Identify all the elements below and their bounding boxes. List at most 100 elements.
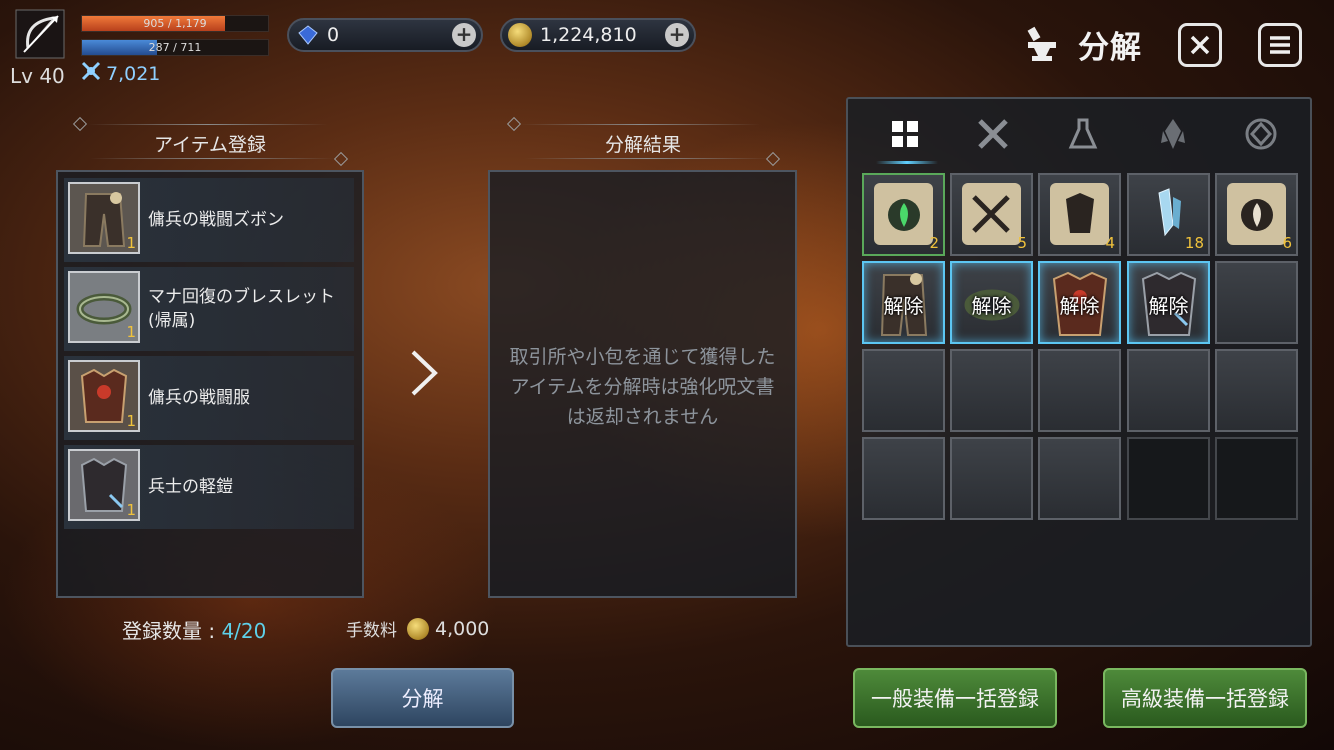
gold-coin-icon [508,23,532,47]
anvil-icon [1020,24,1062,70]
result-panel: 取引所や小包を通じて獲得した アイテムを分解時は強化呪文書 は返却されません [488,170,797,598]
inventory-slot-registered[interactable]: 解除 [1127,261,1210,344]
item-quantity: 4 [1105,234,1115,252]
inventory-slot-empty[interactable] [1127,349,1210,432]
add-gold-button[interactable]: + [665,23,689,47]
inventory-slot-empty[interactable] [1215,349,1298,432]
inventory-slot-empty[interactable] [1215,261,1298,344]
result-hint: 取引所や小包を通じて獲得した アイテムを分解時は強化呪文書 は返却されません [490,342,795,432]
inventory-slot-empty[interactable] [950,349,1033,432]
item-name: マナ回復のブレスレット(帰属) [148,287,335,331]
tab-runes[interactable] [1226,109,1296,159]
crossed-swords-icon [80,60,102,87]
inventory-slot-empty[interactable] [862,349,945,432]
item-quantity: 1 [126,501,136,519]
tab-all[interactable] [870,109,940,159]
gold-value: 1,224,810 [540,24,637,46]
register-panel-title: アイテム登録 [153,134,267,156]
inventory-slot-empty[interactable] [1038,349,1121,432]
unregister-label: 解除 [883,294,924,318]
add-gems-button[interactable]: + [452,23,476,47]
combat-power: 7,021 [80,60,160,87]
inventory-slot-registered[interactable]: 解除 [950,261,1033,344]
flask-icon [1068,118,1098,149]
inventory-slot[interactable]: 4 [1038,173,1121,256]
mp-bar: 287 / 711 [81,39,269,56]
register-normal-button[interactable]: 一般装備一括登録 [853,668,1057,728]
fee-label: 手数料 [346,621,397,641]
unregister-label: 解除 [1059,294,1100,318]
bow-class-icon [14,8,66,60]
gold-coin-icon [407,617,429,640]
blue-gem-icon [297,24,319,46]
hp-bar: 905 / 1,179 [81,15,269,32]
combat-power-value: 7,021 [106,62,161,85]
inventory-slot-registered[interactable]: 解除 [862,261,945,344]
inventory-slot[interactable]: 5 [950,173,1033,256]
result-panel-title: 分解結果 [604,134,681,156]
unregister-label: 解除 [971,294,1012,318]
decor-line [520,124,760,125]
inventory-slot-locked[interactable] [1215,437,1298,520]
register-count-label: 登録数量 : [122,619,222,643]
register-list-item[interactable]: 1 マナ回復のブレスレット(帰属) [64,267,354,351]
menu-button[interactable] [1258,23,1302,67]
gem-value: 0 [327,24,340,46]
item-slot: 1 [68,271,140,343]
inventory-slot-empty[interactable] [862,437,945,520]
hp-text: 905 / 1,179 [143,17,207,30]
crystal-icon [1161,119,1185,149]
swords-icon [978,119,1008,149]
item-slot: 1 [68,182,140,254]
close-button[interactable] [1178,23,1222,67]
tab-weapons[interactable] [958,109,1028,159]
disassemble-button[interactable]: 分解 [331,668,514,728]
inventory-slot[interactable]: 18 [1127,173,1210,256]
decor-line [88,124,328,125]
tab-materials[interactable] [1138,109,1208,159]
decor-diamond [72,116,88,132]
register-list-panel: 1 傭兵の戦闘ズボン 1 マナ回復のブレスレット(帰属) 1 傭兵の戦闘服 1 … [56,170,364,598]
close-icon [1190,35,1210,55]
page-title: 分解 [1078,30,1142,66]
item-quantity: 18 [1184,234,1204,252]
register-list-item[interactable]: 1 傭兵の戦闘服 [64,356,354,440]
gold-counter: 1,224,810 + [500,18,696,52]
mp-text: 287 / 711 [148,41,202,54]
inventory-slot-locked[interactable] [1127,437,1210,520]
player-level: Lv 40 [10,64,65,88]
chevron-right-icon [408,348,440,402]
inventory-slot-registered[interactable]: 解除 [1038,261,1121,344]
active-tab-indicator [876,161,938,164]
item-quantity: 2 [929,234,939,252]
register-list-item[interactable]: 1 兵士の軽鎧 [64,445,354,529]
inventory-slot-empty[interactable] [1038,437,1121,520]
register-high-button[interactable]: 高級装備一括登録 [1103,668,1307,728]
inventory-panel: 2 5 4 18 6 解除 解除 解除 解除 [846,97,1312,647]
item-quantity: 1 [126,234,136,252]
item-quantity: 1 [126,412,136,430]
register-count-value: 4/20 [221,619,267,643]
item-quantity: 1 [126,323,136,341]
inventory-slot[interactable]: 2 [862,173,945,256]
grid-icon [892,121,918,147]
tab-potions[interactable] [1048,109,1118,159]
inventory-slot[interactable]: 6 [1215,173,1298,256]
fee-amount: 4,000 [435,617,490,640]
item-name: 傭兵の戦闘服 [148,388,250,408]
inventory-slot-empty[interactable] [950,437,1033,520]
decor-diamond [506,116,522,132]
register-count: 登録数量 : 4/20 [122,615,266,644]
menu-icon [1270,36,1290,54]
fee-display: 手数料 4,000 [346,616,489,641]
decor-line [525,158,770,159]
gem-counter: 0 + [287,18,483,52]
register-list-item[interactable]: 1 傭兵の戦闘ズボン [64,178,354,262]
rune-icon [1245,118,1277,150]
item-slot: 1 [68,360,140,432]
item-name: 兵士の軽鎧 [148,477,233,497]
item-quantity: 6 [1282,234,1292,252]
item-slot: 1 [68,449,140,521]
hint-line: は返却されません [566,406,719,428]
item-name: 傭兵の戦闘ズボン [148,210,284,230]
